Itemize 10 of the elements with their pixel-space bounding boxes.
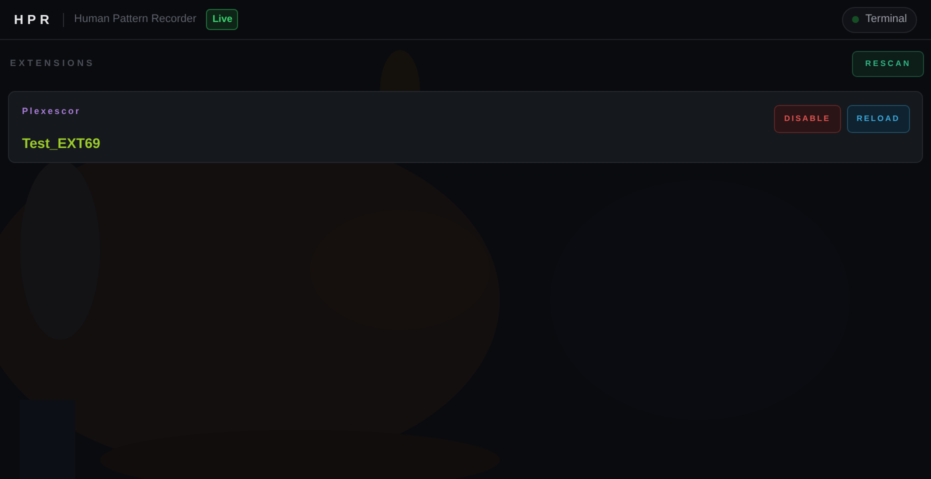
live-badge: Live — [206, 9, 238, 30]
section-title: EXTENSIONS — [10, 57, 96, 70]
extension-author: Plexescor — [22, 105, 82, 118]
app-subtitle: Human Pattern Recorder — [74, 12, 196, 28]
app-logo: HPR — [14, 10, 54, 29]
reload-button[interactable]: RELOAD — [846, 105, 910, 133]
rescan-button[interactable]: RESCAN — [852, 51, 924, 77]
disable-button[interactable]: DISABLE — [774, 105, 841, 133]
extension-name: Test_EXT69 — [22, 134, 100, 152]
terminal-button[interactable]: Terminal — [842, 6, 917, 32]
